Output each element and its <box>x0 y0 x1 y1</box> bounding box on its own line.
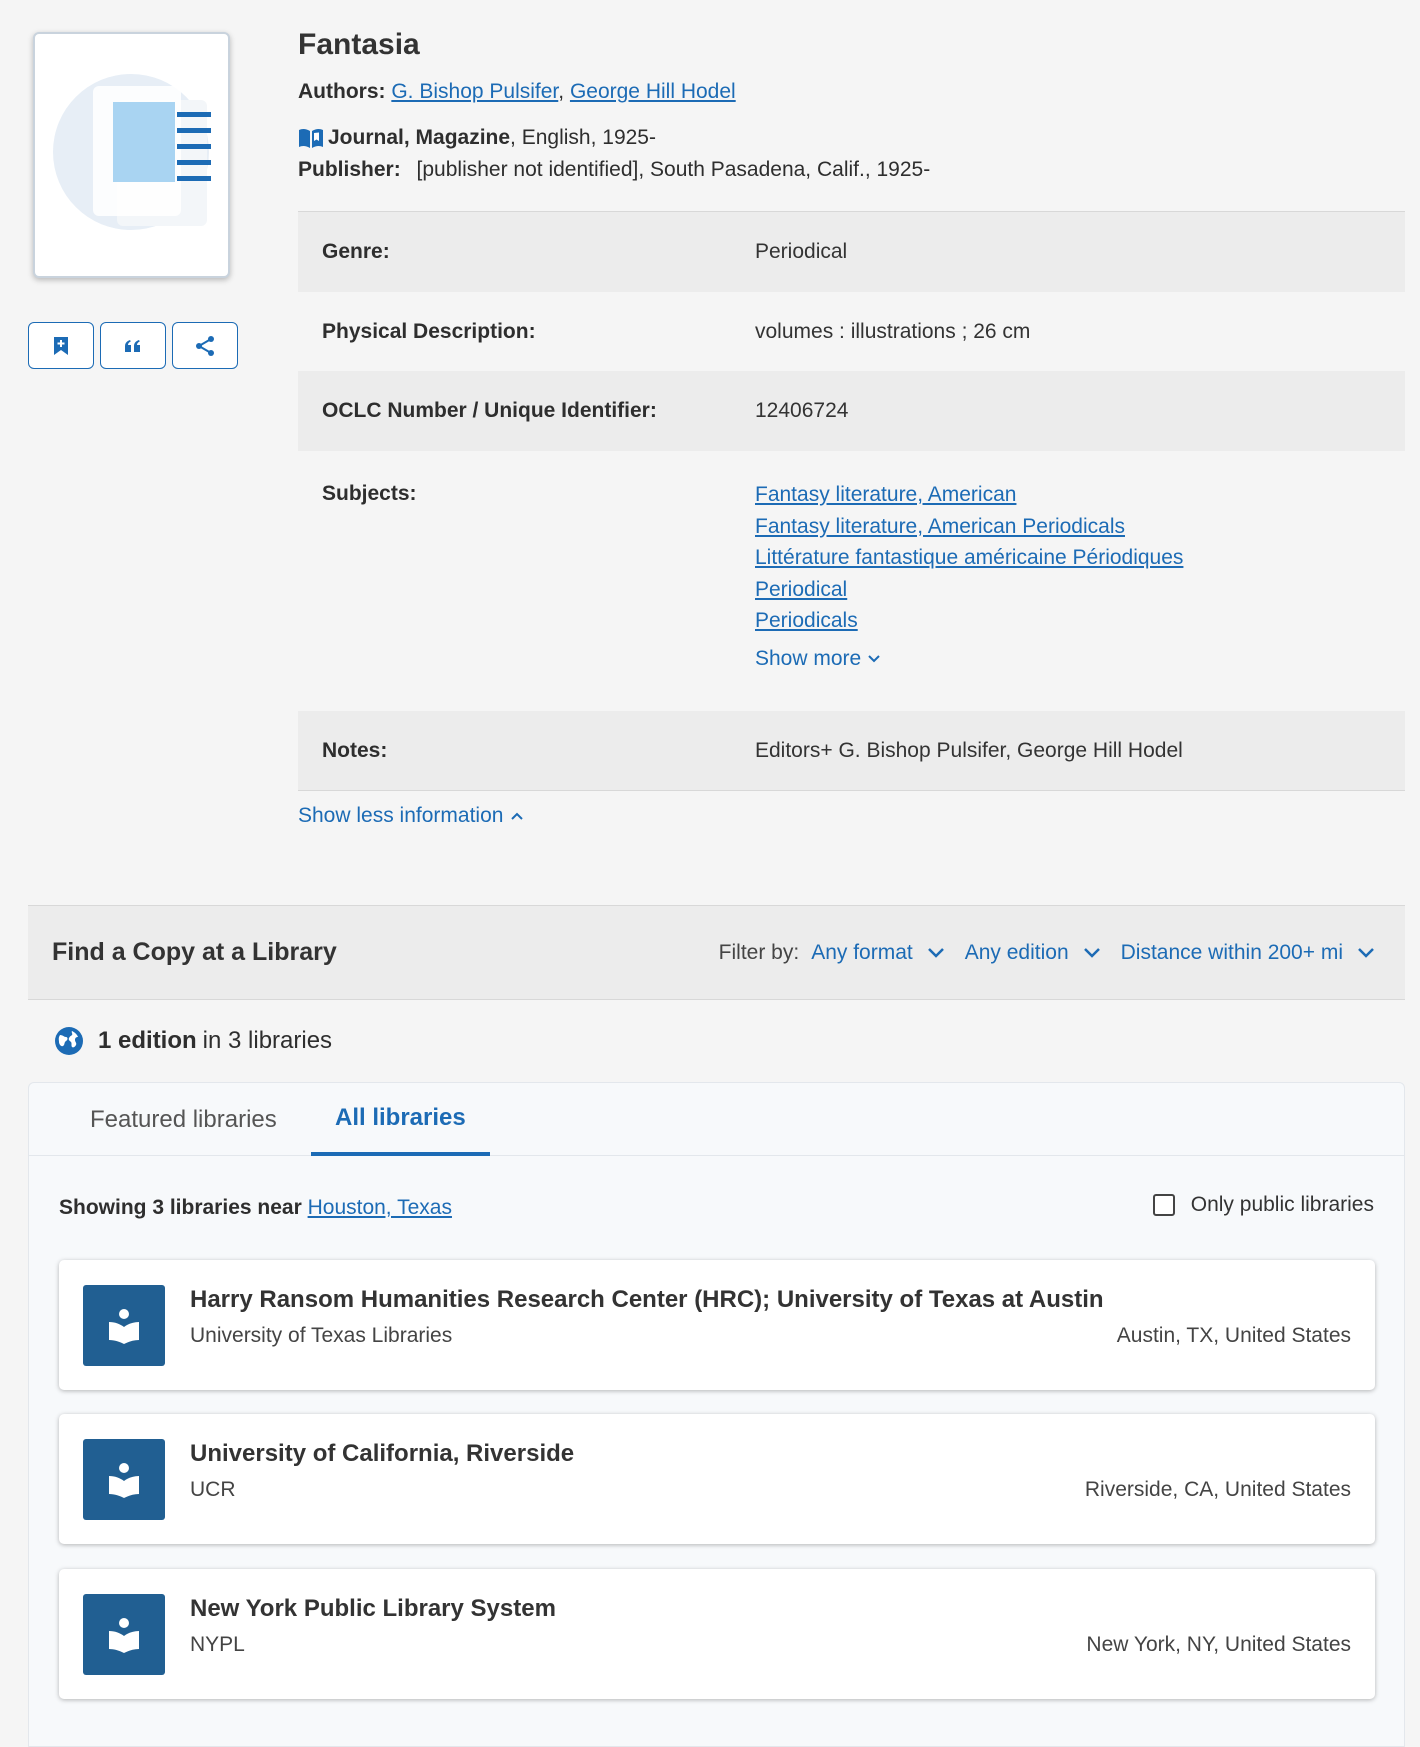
details-table: Genre: Periodical Physical Description: … <box>298 211 1405 791</box>
chevron-down-icon <box>868 654 880 662</box>
filter-label: Filter by: <box>718 940 800 964</box>
library-tabs: Featured libraries All libraries <box>29 1083 1404 1156</box>
format-filter-value: Any format <box>811 940 913 964</box>
subject-link[interactable]: Periodical <box>755 574 1405 606</box>
library-reader-icon <box>83 1594 165 1675</box>
subject-link[interactable]: Littérature fantastique américaine Pério… <box>755 542 1405 574</box>
save-bookmark-button[interactable] <box>28 322 94 369</box>
physical-description-label: Physical Description: <box>322 319 536 343</box>
library-reader-icon <box>83 1285 165 1366</box>
chevron-down-icon <box>1358 947 1374 958</box>
format-type: Journal, Magazine <box>328 126 511 149</box>
library-card[interactable]: Harry Ransom Humanities Research Center … <box>59 1260 1375 1390</box>
library-reader-icon <box>83 1439 165 1520</box>
physical-description-value: volumes : illustrations ; 26 cm <box>755 319 1031 343</box>
show-less-information-button[interactable]: Show less information <box>298 804 524 828</box>
detail-row-oclc: OCLC Number / Unique Identifier: 1240672… <box>298 371 1405 451</box>
format-filter-dropdown[interactable]: Any format <box>811 941 945 965</box>
edition-library-count: in 3 libraries <box>202 1027 333 1054</box>
record-title: Fantasia <box>298 28 420 61</box>
author-link-hodel[interactable]: George Hill Hodel <box>570 80 736 103</box>
show-less-label: Show less information <box>298 804 504 827</box>
edition-filter-value: Any edition <box>964 940 1069 964</box>
chevron-down-icon <box>1083 947 1100 958</box>
showing-label: Showing 3 libraries near <box>59 1196 302 1219</box>
library-system: University of Texas Libraries <box>190 1324 453 1347</box>
cover-thumbnail <box>33 32 230 278</box>
document-icon <box>53 74 211 230</box>
subjects-list: Fantasy literature, American Fantasy lit… <box>755 479 1405 711</box>
detail-row-notes: Notes: Editors+ G. Bishop Pulsifer, Geor… <box>298 711 1405 791</box>
tab-featured-libraries[interactable]: Featured libraries <box>90 1083 277 1156</box>
chevron-down-icon <box>927 947 944 958</box>
open-book-icon <box>299 128 323 148</box>
share-icon <box>196 335 214 356</box>
detail-row-genre: Genre: Periodical <box>298 212 1405 292</box>
show-more-subjects-button[interactable]: Show more <box>755 647 1405 671</box>
detail-row-subjects: Subjects: Fantasy literature, American F… <box>298 451 1405 711</box>
quote-icon <box>125 339 140 352</box>
library-location: Austin, TX, United States <box>1116 1324 1351 1347</box>
oclc-value: 12406724 <box>755 399 849 422</box>
library-location: New York, NY, United States <box>1086 1633 1351 1656</box>
share-button[interactable] <box>172 322 238 369</box>
edition-filter-dropdown[interactable]: Any edition <box>965 941 1101 965</box>
chevron-up-icon <box>511 812 524 820</box>
location-link[interactable]: Houston, Texas <box>308 1196 452 1219</box>
library-name[interactable]: Harry Ransom Humanities Research Center … <box>190 1286 1104 1314</box>
subject-link[interactable]: Fantasy literature, American Periodicals <box>755 511 1405 543</box>
library-system: NYPL <box>190 1633 245 1656</box>
show-more-label: Show more <box>755 646 862 670</box>
genre-label: Genre: <box>322 240 390 263</box>
filter-group: Filter by: Any format Any edition Distan… <box>719 941 1375 965</box>
bookmark-plus-icon <box>54 336 68 355</box>
public-libraries-checkbox[interactable]: Only public libraries <box>1152 1193 1374 1217</box>
genre-value: Periodical <box>755 240 848 263</box>
library-system: UCR <box>190 1478 236 1501</box>
authors-line: Authors: G. Bishop Pulsifer, George Hill… <box>298 80 736 103</box>
edition-count: 1 edition <box>98 1027 197 1054</box>
format-details: , English, 1925- <box>510 126 656 149</box>
library-name[interactable]: New York Public Library System <box>190 1595 556 1623</box>
distance-filter-dropdown[interactable]: Distance within 200+ mi <box>1121 941 1375 965</box>
library-location: Riverside, CA, United States <box>1084 1478 1351 1501</box>
detail-row-physical-description: Physical Description: volumes : illustra… <box>298 292 1405 371</box>
subject-link[interactable]: Fantasy literature, American <box>755 479 1405 511</box>
find-copy-title: Find a Copy at a Library <box>52 938 337 966</box>
public-libraries-label: Only public libraries <box>1190 1193 1374 1216</box>
library-name[interactable]: University of California, Riverside <box>190 1440 574 1468</box>
author-link-pulsifer[interactable]: G. Bishop Pulsifer <box>391 80 558 103</box>
cite-button[interactable] <box>100 322 166 369</box>
publisher-value: [publisher not identified], South Pasade… <box>416 158 931 181</box>
editions-summary: 1 edition in 3 libraries <box>54 1026 332 1056</box>
checkbox-box[interactable] <box>1152 1194 1175 1216</box>
libraries-panel: Featured libraries All libraries Showing… <box>28 1082 1405 1747</box>
authors-label: Authors: <box>298 80 386 103</box>
globe-icon <box>55 1027 83 1055</box>
subject-link[interactable]: Periodicals <box>755 605 1405 637</box>
distance-filter-value: Distance within 200+ mi <box>1120 940 1343 964</box>
notes-value: Editors+ G. Bishop Pulsifer, George Hill… <box>755 738 1183 762</box>
oclc-label: OCLC Number / Unique Identifier: <box>322 399 657 422</box>
library-card[interactable]: University of California, Riverside UCR … <box>59 1414 1375 1544</box>
showing-libraries-line: Showing 3 libraries near Houston, Texas <box>59 1196 452 1220</box>
publisher-label: Publisher: <box>298 158 401 181</box>
tab-all-libraries[interactable]: All libraries <box>311 1083 490 1156</box>
format-line: Journal, Magazine , English, 1925- <box>298 126 656 150</box>
notes-label: Notes: <box>322 738 388 762</box>
library-card[interactable]: New York Public Library System NYPL New … <box>59 1569 1375 1699</box>
find-copy-bar: Find a Copy at a Library Filter by: Any … <box>28 905 1405 1000</box>
subjects-label: Subjects: <box>322 482 417 505</box>
publisher-line: Publisher: [publisher not identified], S… <box>298 158 930 182</box>
